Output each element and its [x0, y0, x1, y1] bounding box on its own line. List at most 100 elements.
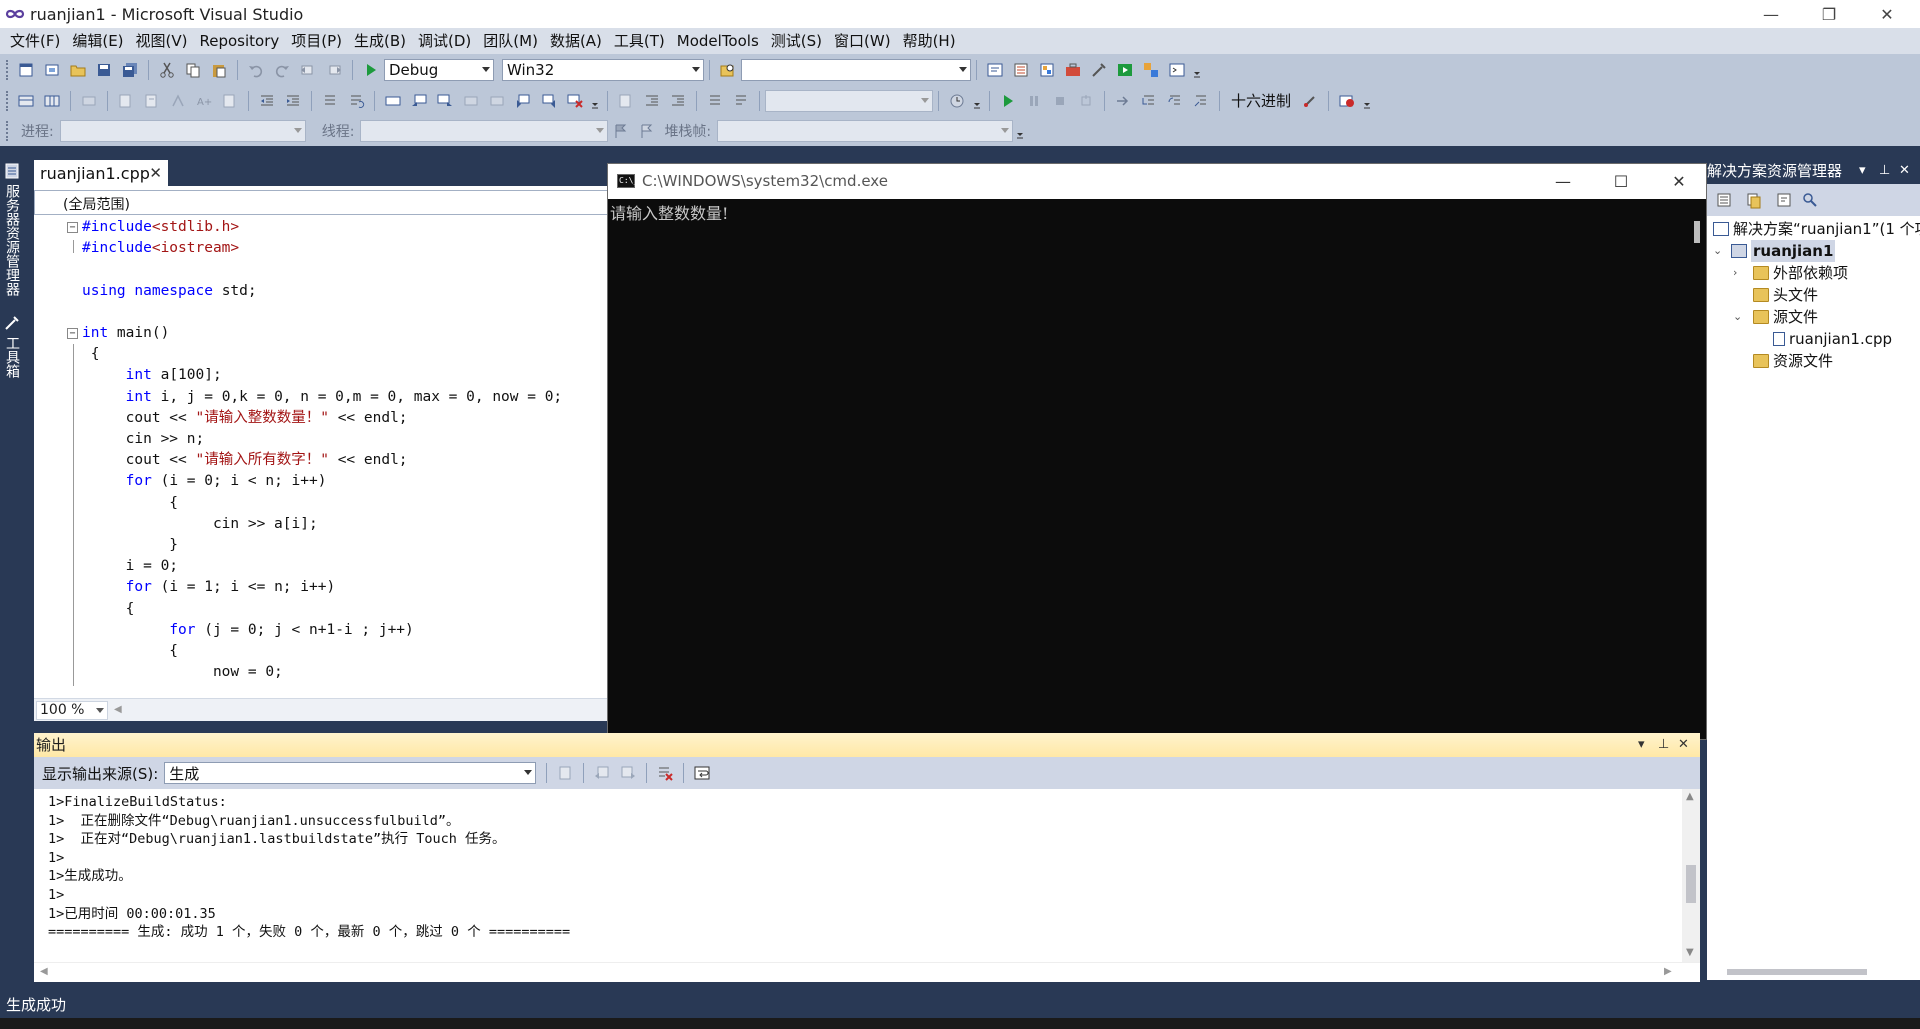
expand-arrow-icon[interactable]: ⌄ [1733, 310, 1742, 323]
step-into-icon[interactable] [641, 90, 663, 112]
window-position-icon[interactable]: ▾ [1859, 158, 1866, 184]
close-panel-icon[interactable]: ✕ [1678, 733, 1689, 757]
show-all-files-icon[interactable] [1743, 189, 1765, 211]
clear-bookmarks-icon[interactable] [564, 90, 586, 112]
cmd-close-button[interactable]: ✕ [1650, 164, 1708, 199]
previous-bookmark-icon[interactable] [408, 90, 430, 112]
cut-icon[interactable] [156, 59, 178, 81]
menu-debug[interactable]: 调试(D) [412, 30, 477, 52]
toggle-bookmark-icon[interactable] [382, 90, 404, 112]
menu-repository[interactable]: Repository [194, 30, 286, 52]
previous-bookmark-doc-icon[interactable] [512, 90, 534, 112]
menu-team[interactable]: 团队(M) [477, 30, 544, 52]
scroll-left-arrow-icon[interactable]: ◀ [114, 704, 122, 715]
fold-toggle-icon[interactable]: − [67, 328, 78, 339]
auto-hide-pin-icon[interactable]: ⊥ [1658, 733, 1669, 757]
solution-explorer-icon[interactable] [984, 59, 1006, 81]
step-over-arrow-icon[interactable] [1164, 90, 1186, 112]
collapsed-arrow-icon[interactable]: › [1733, 266, 1737, 279]
menu-edit[interactable]: 编辑(E) [66, 30, 129, 52]
toggle-word-wrap-icon[interactable] [691, 762, 713, 784]
expand-arrow-icon[interactable]: ⌄ [1713, 244, 1722, 257]
undo-icon[interactable] [245, 59, 267, 81]
scroll-thumb[interactable] [1727, 969, 1867, 975]
code-area[interactable]: #include<stdlib.h> #include<iostream> usin… [34, 217, 610, 686]
output-scrollbar[interactable]: ▲ ▼ [1682, 789, 1700, 962]
scroll-down-arrow-icon[interactable]: ▼ [1686, 947, 1694, 958]
class-view-icon[interactable] [15, 90, 37, 112]
tree-node-source-files[interactable]: 源文件 [1753, 306, 1818, 328]
toolbar-overflow-icon[interactable] [1192, 59, 1202, 81]
menu-file[interactable]: 文件(F) [4, 30, 66, 52]
menu-window[interactable]: 窗口(W) [828, 30, 897, 52]
menu-data[interactable]: 数据(A) [544, 30, 608, 52]
toolbar-overflow-icon[interactable] [1015, 120, 1025, 142]
close-panel-icon[interactable]: ✕ [1899, 158, 1910, 184]
command-window-icon[interactable] [1166, 59, 1188, 81]
attach-process-icon[interactable] [946, 90, 968, 112]
toolbox-tab[interactable]: 工具箱 [2, 336, 22, 378]
comment-out-icon[interactable] [319, 90, 341, 112]
restore-button[interactable]: ❐ [1806, 0, 1852, 28]
auto-hide-pin-icon[interactable]: ⊥ [1879, 158, 1890, 184]
menu-modeltools[interactable]: ModelTools [671, 30, 765, 52]
cmd-scroll-thumb[interactable] [1694, 221, 1700, 243]
show-next-statement-arrow-icon[interactable] [1112, 90, 1134, 112]
zoom-select[interactable]: 100 % [36, 701, 108, 720]
menu-test[interactable]: 测试(S) [765, 30, 828, 52]
properties-icon[interactable] [1713, 189, 1735, 211]
find-combo[interactable] [741, 58, 971, 81]
solution-explorer-scrollbar[interactable] [1707, 960, 1920, 980]
menu-help[interactable]: 帮助(H) [897, 30, 962, 52]
solution-configuration-select[interactable]: Debug [384, 58, 494, 81]
tree-node-header-files[interactable]: 头文件 [1753, 284, 1818, 306]
clear-all-icon[interactable] [654, 762, 676, 784]
breakpoints-window-icon[interactable] [1299, 90, 1321, 112]
uncomment-icon[interactable] [345, 90, 367, 112]
toolbox-icon[interactable] [1062, 59, 1084, 81]
menu-build[interactable]: 生成(B) [348, 30, 412, 52]
scope-navigation-bar[interactable]: (全局范围) [34, 190, 610, 215]
cmd-scrollbar[interactable] [1688, 199, 1706, 739]
fold-toggle-icon[interactable]: − [67, 222, 78, 233]
output-horizontal-scrollbar[interactable]: ◀ ▶ [34, 962, 1700, 982]
close-button[interactable]: ✕ [1864, 0, 1910, 28]
step-out-arrow-icon[interactable] [1190, 90, 1212, 112]
save-all-icon[interactable] [119, 59, 141, 81]
copy-icon[interactable] [182, 59, 204, 81]
scroll-right-arrow-icon[interactable]: ▶ [1664, 966, 1672, 977]
tree-node-cpp-file[interactable]: ruanjian1.cpp [1773, 328, 1892, 350]
toolbar-overflow-icon[interactable] [1362, 90, 1372, 112]
find-in-files-icon[interactable] [717, 59, 739, 81]
toolbar-grip[interactable] [6, 121, 10, 141]
add-item-icon[interactable] [41, 59, 63, 81]
close-tab-icon[interactable]: ✕ [149, 164, 162, 182]
next-bookmark-doc-icon[interactable] [538, 90, 560, 112]
decrease-indent-icon[interactable] [256, 90, 278, 112]
open-file-icon[interactable] [67, 59, 89, 81]
step-back-icon[interactable] [730, 90, 752, 112]
cmd-console-output[interactable]: 请输入整数数量! [608, 199, 1690, 739]
server-explorer-tab[interactable]: 服务器资源管理器 [2, 184, 22, 296]
extension-manager-icon[interactable] [1140, 59, 1162, 81]
tools-icon[interactable] [1088, 59, 1110, 81]
save-icon[interactable] [93, 59, 115, 81]
navigate-backward-icon[interactable] [297, 59, 319, 81]
tree-node-external-dependencies[interactable]: 外部依赖项 [1753, 262, 1848, 284]
cmd-maximize-button[interactable]: ☐ [1592, 164, 1650, 199]
object-browser-icon[interactable] [1036, 59, 1058, 81]
cmd-minimize-button[interactable]: — [1534, 164, 1592, 199]
step-out-icon[interactable] [704, 90, 726, 112]
cmd-title-bar[interactable]: C:\_ C:\WINDOWS\system32\cmd.exe — ☐ ✕ [608, 164, 1706, 199]
navigate-forward-icon[interactable] [323, 59, 345, 81]
solution-platform-select[interactable]: Win32 [502, 58, 704, 81]
view-code-icon[interactable] [1773, 189, 1795, 211]
next-bookmark-icon[interactable] [434, 90, 456, 112]
window-position-icon[interactable]: ▾ [1638, 733, 1645, 757]
minimize-button[interactable]: — [1748, 0, 1794, 28]
class-diagram-icon[interactable] [1799, 189, 1821, 211]
scope-select[interactable]: (全局范围) [63, 194, 130, 214]
scroll-thumb[interactable] [1686, 865, 1696, 903]
output-text-area[interactable]: 1>FinalizeBuildStatus: 1> 正在删除文件“Debug\r… [34, 789, 1700, 962]
redo-icon[interactable] [271, 59, 293, 81]
